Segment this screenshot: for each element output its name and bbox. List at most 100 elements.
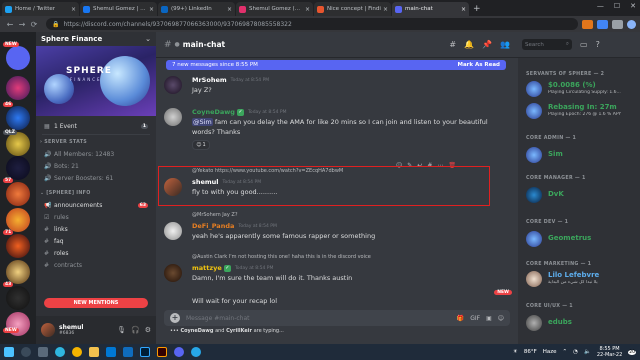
channel-rules[interactable]: ☑ rules: [36, 211, 156, 223]
browser-tab[interactable]: Home / Twitter ×: [2, 2, 79, 16]
discord-icon[interactable]: [174, 347, 184, 357]
avatar[interactable]: [164, 108, 182, 126]
close-icon[interactable]: ×: [461, 6, 466, 13]
gear-icon[interactable]: ⚙: [145, 326, 151, 334]
server-icon[interactable]: [6, 156, 30, 180]
member-item[interactable]: $0.0086 (%) Playing Circulating Supply: …: [526, 80, 638, 100]
mark-as-read-button[interactable]: Mark As Read: [457, 62, 500, 68]
close-icon[interactable]: ×: [305, 6, 310, 13]
reaction[interactable]: ☺ 1: [192, 140, 210, 150]
member-item[interactable]: Sim: [526, 146, 638, 166]
close-icon[interactable]: ×: [227, 6, 232, 13]
search-input[interactable]: Search ⌕: [522, 39, 572, 50]
member-item[interactable]: Lilo Lefebvre يلا نبدأ كل شيء من البداية: [526, 270, 638, 290]
user-mention[interactable]: @Sim: [192, 118, 213, 126]
avatar[interactable]: [41, 323, 55, 337]
close-icon[interactable]: ×: [383, 6, 388, 13]
server-icon[interactable]: [6, 132, 30, 156]
member-item[interactable]: Geometrus: [526, 230, 638, 250]
reply-reference[interactable]: @Austin Clark I'm not hosting this one! …: [192, 254, 371, 260]
mail-icon[interactable]: [123, 347, 133, 357]
message-input[interactable]: [186, 314, 457, 322]
member-item[interactable]: DvK: [526, 186, 638, 206]
profile-icon[interactable]: [627, 19, 636, 29]
chrome-icon[interactable]: [72, 347, 82, 357]
browser-tab[interactable]: Nice concept | Findi ×: [314, 2, 391, 16]
chevron-up-icon[interactable]: ⌃: [563, 349, 568, 355]
browser-tab-active[interactable]: main-chat ×: [392, 2, 469, 16]
search-icon[interactable]: [21, 347, 31, 357]
channel-announcements[interactable]: 📢 announcements 63: [36, 199, 156, 211]
wifi-icon[interactable]: ◔: [573, 349, 578, 355]
illustrator-icon[interactable]: [157, 347, 167, 357]
extension-icon[interactable]: [612, 19, 623, 29]
extension-icon[interactable]: [597, 19, 608, 29]
user-info[interactable]: shemul #6836: [59, 324, 84, 336]
close-icon[interactable]: ×: [149, 6, 154, 13]
gif-icon[interactable]: GIF: [470, 315, 480, 322]
server-icon[interactable]: [6, 260, 30, 284]
server-icon[interactable]: [6, 76, 30, 100]
events-item[interactable]: ▦ 1 Event 1: [36, 120, 156, 132]
author-name[interactable]: CoyneDawg: [192, 108, 235, 116]
gift-icon[interactable]: 🎁: [457, 315, 464, 322]
browser-tab[interactable]: Shemul Gomez | Fac ×: [80, 2, 157, 16]
server-icon[interactable]: [6, 182, 30, 206]
category-info[interactable]: ⌄ [SPHERE] INFO: [36, 188, 156, 199]
reply-reference[interactable]: @MrSohem Jay Z?: [192, 212, 237, 218]
server-icon[interactable]: [6, 208, 30, 232]
stat-channel[interactable]: 🔊 Server Boosters: 61: [36, 172, 156, 184]
server-header[interactable]: Sphere Finance ⌄: [36, 32, 156, 46]
channel-roles[interactable]: # roles: [36, 247, 156, 259]
new-mentions-button[interactable]: NEW MENTIONS: [44, 298, 148, 308]
server-icon[interactable]: [6, 286, 30, 310]
back-icon[interactable]: ←: [4, 20, 16, 29]
server-icon[interactable]: [6, 106, 30, 130]
channel-links[interactable]: # links: [36, 223, 156, 235]
sticker-icon[interactable]: ▣: [486, 315, 492, 322]
stat-channel[interactable]: 🔊 All Members: 12483: [36, 148, 156, 160]
author-name[interactable]: mattzye: [192, 264, 222, 272]
url-field[interactable]: 🔒 https://discord.com/channels/9370698770…: [46, 18, 578, 30]
channel-faq[interactable]: # faq: [36, 235, 156, 247]
server-icon[interactable]: [6, 234, 30, 258]
maximize-icon[interactable]: ☐: [614, 2, 620, 10]
file-explorer-icon[interactable]: [89, 347, 99, 357]
bell-icon[interactable]: 🔔: [464, 40, 474, 49]
member-item[interactable]: edubs: [526, 314, 638, 334]
members-icon[interactable]: 👥: [500, 40, 510, 49]
headphones-icon[interactable]: 🎧: [131, 326, 140, 334]
browser-tab[interactable]: Shemul Gomez (@s ×: [236, 2, 313, 16]
avatar[interactable]: [164, 264, 182, 282]
windows-start-icon[interactable]: [4, 347, 14, 357]
new-messages-bar[interactable]: 7 new messages since 8:55 PM Mark As Read: [166, 60, 506, 70]
store-icon[interactable]: [106, 347, 116, 357]
task-view-icon[interactable]: [38, 347, 48, 357]
help-icon[interactable]: ?: [596, 40, 600, 49]
member-item[interactable]: Rebasing In: 27m Playing Epoch: 276 @ 1.…: [526, 102, 638, 122]
server-icon[interactable]: [6, 46, 30, 70]
inbox-icon[interactable]: ▭: [580, 40, 588, 49]
photoshop-icon[interactable]: [140, 347, 150, 357]
category-server-stats[interactable]: › SERVER STATS: [36, 137, 156, 148]
edge-icon[interactable]: [55, 347, 65, 357]
emoji-icon[interactable]: ☺: [498, 315, 504, 322]
minimize-icon[interactable]: —: [597, 2, 604, 10]
microphone-icon[interactable]: 🎙: [117, 326, 126, 334]
pin-icon[interactable]: 📌: [482, 40, 492, 49]
stat-channel[interactable]: 🔊 Bots: 21: [36, 160, 156, 172]
channel-contracts[interactable]: # contracts: [36, 259, 156, 271]
author-name[interactable]: MrSohem: [192, 76, 227, 84]
forward-icon[interactable]: →: [16, 20, 28, 29]
author-name[interactable]: DeFi_Panda: [192, 222, 234, 230]
close-window-icon[interactable]: ✕: [630, 2, 636, 10]
clock[interactable]: 8:55 PM 22-Mar-22: [597, 346, 622, 358]
extension-icon[interactable]: [582, 19, 593, 29]
volume-icon[interactable]: 🔈: [584, 349, 591, 355]
telegram-icon[interactable]: [191, 347, 201, 357]
new-tab-button[interactable]: +: [473, 4, 481, 14]
reload-icon[interactable]: ⟳: [28, 20, 40, 29]
add-attachment-button[interactable]: +: [170, 313, 180, 323]
close-icon[interactable]: ×: [71, 6, 76, 13]
avatar[interactable]: [164, 222, 182, 240]
